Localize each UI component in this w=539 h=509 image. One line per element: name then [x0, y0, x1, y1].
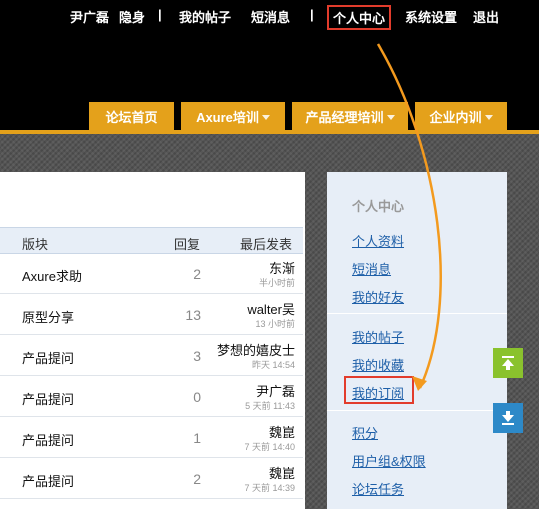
messages-link[interactable]: 短消息	[251, 7, 290, 26]
user-toolbar: 尹广磊 隐身 | 我的帖子 短消息 | 个人中心 系统设置 退出	[0, 5, 539, 30]
post-time: 昨天 14:54	[251, 360, 295, 370]
table-row: 产品提问 0 尹广磊 5 天前 11:43	[0, 377, 303, 417]
column-header-replies: 回复	[174, 237, 201, 252]
reply-count: 1	[193, 430, 201, 446]
post-time: 半小时前	[258, 278, 295, 288]
column-header-board: 版块	[22, 237, 49, 252]
sidebar-item-friends[interactable]: 我的好友	[352, 287, 404, 306]
column-header-last-post: 最后发表	[240, 237, 293, 252]
table-row: 产品提问 2 魏崑 7 天前 14:39	[0, 459, 303, 499]
arrow-to-top-icon	[502, 356, 514, 370]
sidebar-item-subscriptions[interactable]: 我的订阅	[352, 383, 404, 402]
table-row: 产品提问 1 魏崑 7 天前 14:40	[0, 418, 303, 458]
author-link[interactable]: 东渐	[269, 258, 295, 277]
post-time: 5 天前 11:43	[245, 401, 295, 411]
nav-tab-pm-training[interactable]: 产品经理培训	[292, 102, 408, 130]
sidebar-divider	[327, 410, 507, 411]
board-link[interactable]: 产品提问	[22, 430, 74, 449]
sidebar-item-favorites[interactable]: 我的收藏	[352, 355, 404, 374]
reply-count: 0	[193, 389, 201, 405]
sidebar-title: 个人中心	[352, 199, 405, 214]
board-link[interactable]: 原型分享	[22, 307, 74, 326]
nav-tab-label: 论坛首页	[105, 109, 158, 125]
arrow-to-bottom-icon	[502, 411, 514, 425]
reply-count: 2	[193, 471, 201, 487]
reply-count: 2	[193, 266, 201, 282]
header-bar: 尹广磊 隐身 | 我的帖子 短消息 | 个人中心 系统设置 退出 论坛首页 Ax…	[0, 0, 539, 130]
chevron-down-icon	[484, 114, 493, 120]
board-link[interactable]: 产品提问	[22, 471, 74, 490]
main-nav: 论坛首页 Axure培训 产品经理培训 企业内训	[0, 102, 539, 130]
chevron-down-icon	[261, 114, 270, 120]
user-center-sidebar: 个人中心 个人资料 短消息 我的好友 我的帖子 我的收藏 我的订阅 积分 用户组…	[327, 172, 507, 509]
board-link[interactable]: 产品提问	[22, 348, 74, 367]
table-row: Axure求助 2 东渐 半小时前	[0, 254, 303, 294]
reply-count: 3	[193, 348, 201, 364]
nav-tab-label: 产品经理培训	[305, 109, 384, 125]
author-link[interactable]: walter吴	[247, 299, 295, 318]
reply-count: 13	[185, 307, 201, 323]
sidebar-divider	[327, 313, 507, 314]
author-link[interactable]: 魏崑	[269, 422, 295, 441]
nav-tab-label: 企业内训	[429, 109, 482, 125]
user-center-link[interactable]: 个人中心	[327, 5, 392, 30]
post-time: 7 天前 14:40	[244, 442, 295, 452]
table-row: 原型分享 13 walter吴 13 小时前	[0, 295, 303, 335]
my-posts-link[interactable]: 我的帖子	[179, 7, 231, 26]
board-link[interactable]: 产品提问	[22, 389, 74, 408]
nav-tab-axure-training[interactable]: Axure培训	[181, 102, 285, 130]
nav-tab-forum-home[interactable]: 论坛首页	[89, 102, 174, 130]
settings-link[interactable]: 系统设置	[405, 7, 457, 26]
sidebar-item-messages[interactable]: 短消息	[352, 259, 391, 278]
username-link[interactable]: 尹广磊	[70, 7, 109, 26]
sidebar-item-tasks[interactable]: 论坛任务	[352, 479, 404, 498]
separator: |	[158, 7, 162, 22]
nav-tab-corporate-training[interactable]: 企业内训	[415, 102, 507, 130]
author-link[interactable]: 尹广磊	[256, 381, 295, 400]
sidebar-item-my-posts[interactable]: 我的帖子	[352, 327, 404, 346]
author-link[interactable]: 梦想的嬉皮士	[217, 340, 295, 359]
post-time: 13 小时前	[255, 319, 295, 329]
logout-link[interactable]: 退出	[473, 7, 499, 26]
sidebar-item-usergroup[interactable]: 用户组&权限	[352, 451, 426, 470]
author-link[interactable]: 魏崑	[269, 463, 295, 482]
scroll-top-button[interactable]	[493, 348, 523, 378]
invisible-link[interactable]: 隐身	[119, 7, 145, 26]
nav-tab-label: Axure培训	[196, 109, 259, 125]
sidebar-item-profile[interactable]: 个人资料	[352, 231, 404, 250]
board-link[interactable]: Axure求助	[22, 266, 82, 285]
table-row: 产品提问 3 梦想的嬉皮士 昨天 14:54	[0, 336, 303, 376]
separator: |	[310, 7, 314, 22]
scroll-bottom-button[interactable]	[493, 403, 523, 433]
chevron-down-icon	[386, 114, 395, 120]
forum-list-panel: 版块 回复 最后发表 Axure求助 2 东渐 半小时前 原型分享 13 wal…	[0, 172, 305, 509]
sidebar-item-points[interactable]: 积分	[352, 423, 378, 442]
table-header: 版块 回复 最后发表	[0, 227, 303, 254]
post-time: 7 天前 14:39	[244, 483, 295, 493]
